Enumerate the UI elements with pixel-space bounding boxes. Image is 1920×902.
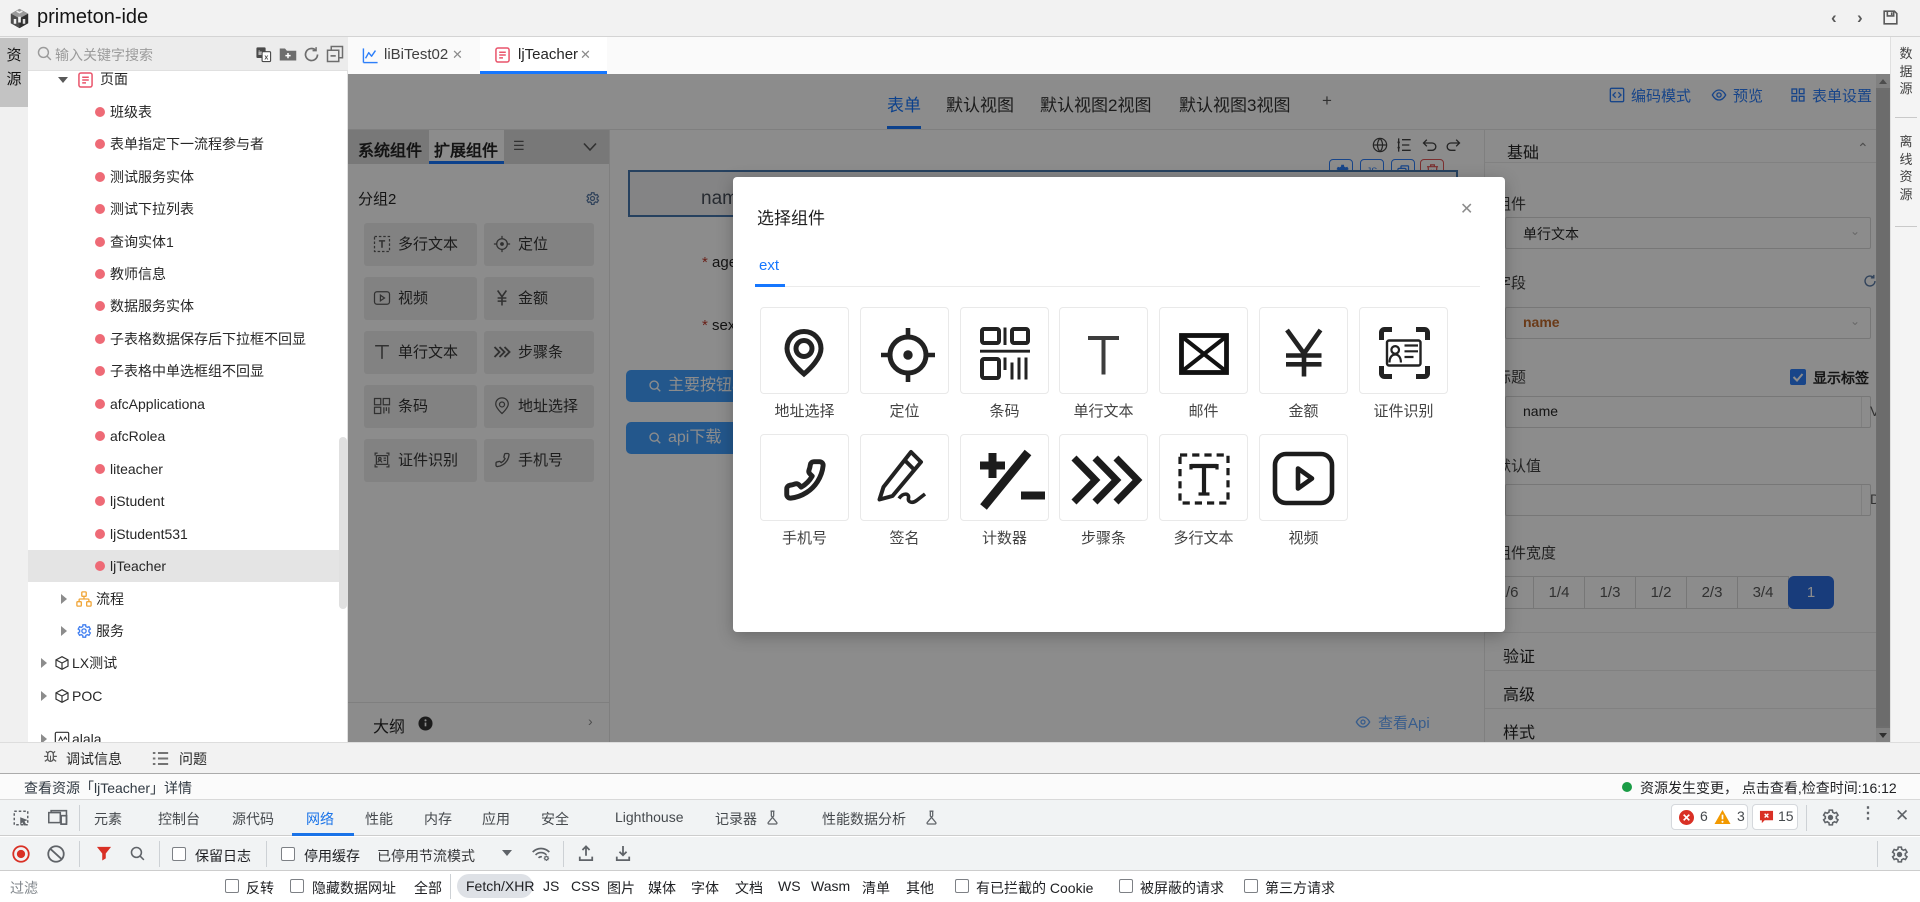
svg-text:x: x — [264, 53, 268, 61]
